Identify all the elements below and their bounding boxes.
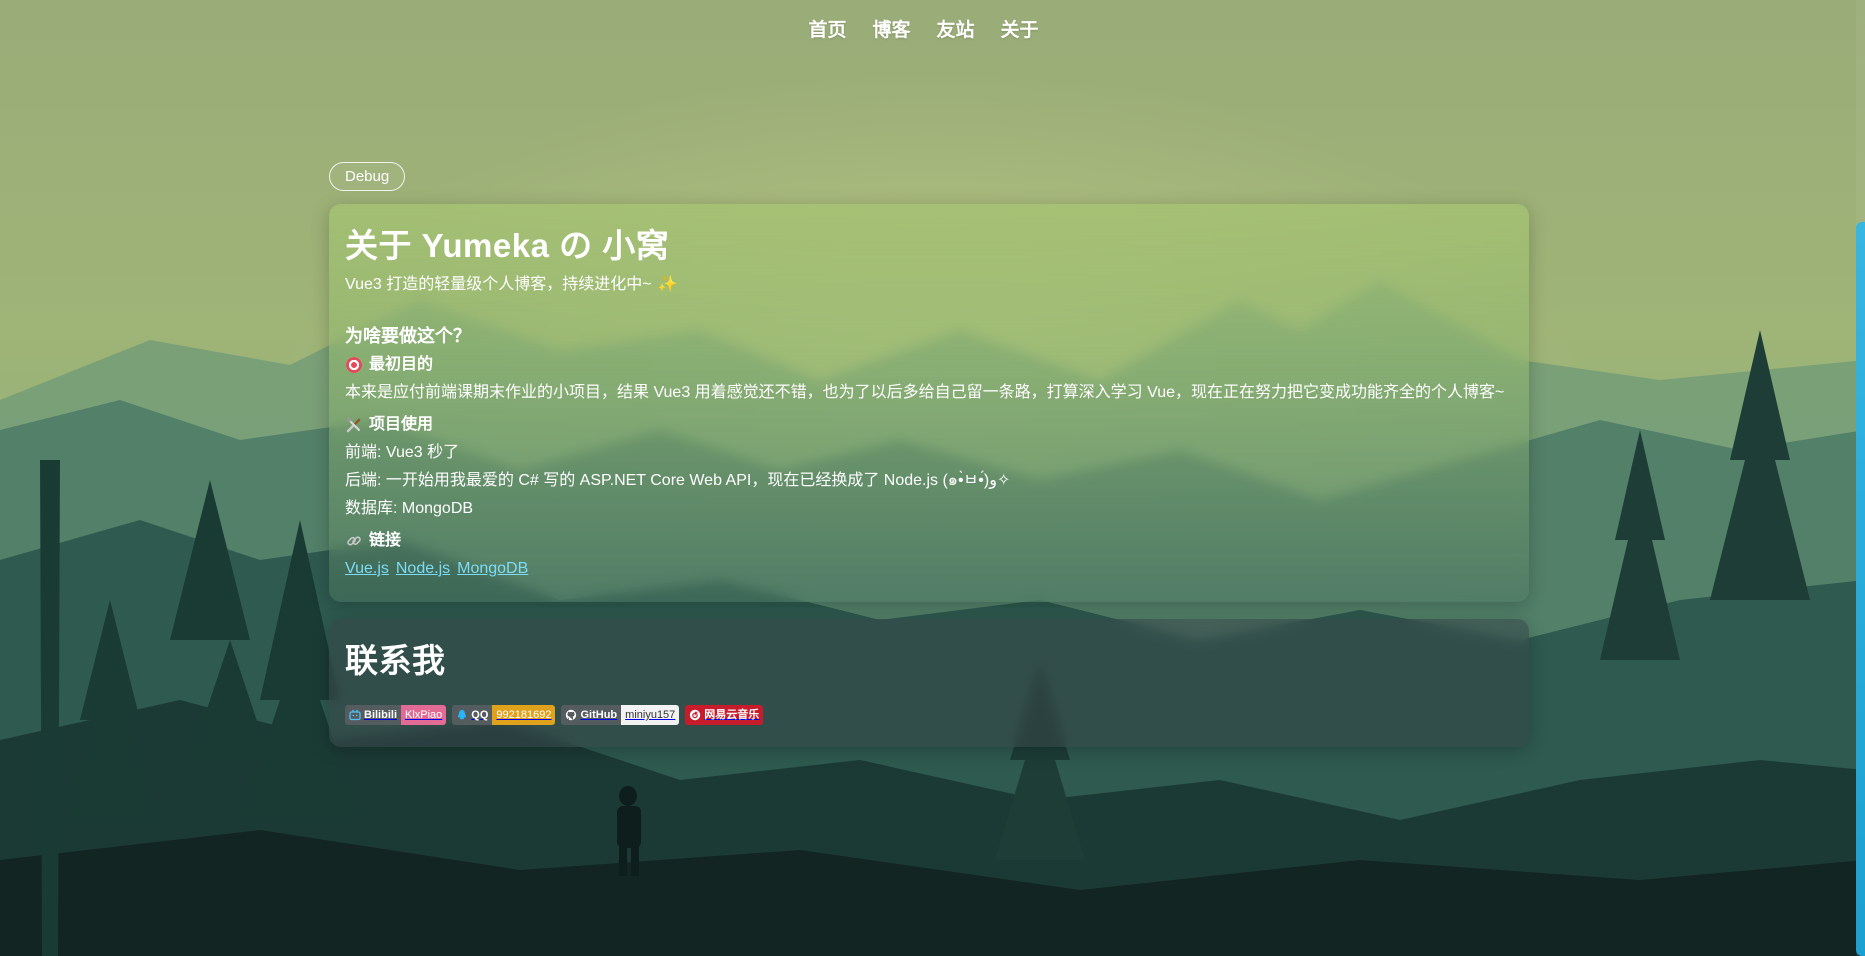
database-line: 数据库: MongoDB: [345, 500, 474, 517]
nav-friends[interactable]: 友站: [935, 13, 977, 44]
stack-heading-text: 项目使用: [369, 416, 434, 433]
link-nodejs[interactable]: Node.js: [396, 558, 450, 580]
frontend-line: 前端: Vue3 秒了: [345, 444, 460, 461]
github-icon: [566, 709, 577, 721]
contact-badges: Bilibili KlxPiao QQ 992181692 GitHub min…: [345, 705, 1513, 725]
links-heading: 链接: [345, 530, 1513, 552]
github-value: miniyu157: [621, 705, 680, 725]
qq-icon: [458, 710, 467, 720]
debug-button[interactable]: Debug: [329, 162, 406, 191]
contact-card: 联系我 Bilibili KlxPiao QQ 992181692 GitHub…: [329, 619, 1529, 747]
why-section-title: 为啥要做这个？: [345, 326, 471, 346]
link-icon: [345, 532, 363, 550]
stack-heading: 项目使用: [345, 414, 1513, 436]
tools-icon: [345, 416, 363, 434]
qq-badge[interactable]: QQ 992181692: [452, 705, 556, 725]
page-scrollbar[interactable]: [1856, 0, 1865, 956]
about-title: 关于 Yumeka の 小窝: [345, 227, 670, 264]
netease-music-label: 网易云音乐: [704, 709, 760, 721]
nav-home[interactable]: 首页: [806, 13, 848, 44]
purpose-heading: 最初目的: [345, 354, 1513, 376]
netease-music-icon: [690, 709, 701, 721]
purpose-heading-text: 最初目的: [369, 356, 434, 373]
bilibili-label: Bilibili: [364, 709, 397, 721]
bilibili-icon: [349, 709, 361, 721]
github-label: GitHub: [580, 709, 618, 721]
main-content: Debug 关于 Yumeka の 小窝 Vue3 打造的轻量级个人博客，持续进…: [329, 162, 1529, 747]
github-badge[interactable]: GitHub miniyu157: [561, 705, 680, 725]
about-card: 关于 Yumeka の 小窝 Vue3 打造的轻量级个人博客，持续进化中~ ✨ 为…: [329, 204, 1529, 602]
sparkles-icon: ✨: [657, 276, 678, 293]
scrollbar-thumb[interactable]: [1856, 222, 1865, 956]
purpose-text: 本来是应付前端课期末作业的小项目，结果 Vue3 用着感觉还不错，也为了以后多给…: [345, 384, 1505, 401]
target-icon: [345, 356, 363, 374]
netease-music-badge[interactable]: 网易云音乐: [685, 705, 764, 725]
bilibili-value: KlxPiao: [401, 705, 447, 725]
qq-label: QQ: [471, 709, 489, 721]
contact-title: 联系我: [345, 642, 446, 679]
subtitle-text: Vue3 打造的轻量级个人博客，持续进化中~: [345, 276, 652, 293]
links-heading-text: 链接: [369, 532, 402, 549]
bilibili-badge[interactable]: Bilibili KlxPiao: [345, 705, 447, 725]
links-row: Vue.js Node.js MongoDB: [345, 558, 1513, 580]
qq-value: 992181692: [492, 705, 556, 725]
link-vuejs[interactable]: Vue.js: [345, 558, 389, 580]
nav-blog[interactable]: 博客: [870, 13, 912, 44]
backend-line: 后端: 一开始用我最爱的 C# 写的 ASP.NET Core Web API，…: [345, 472, 1011, 489]
link-mongodb[interactable]: MongoDB: [457, 558, 528, 580]
about-subtitle: Vue3 打造的轻量级个人博客，持续进化中~ ✨: [345, 274, 1513, 296]
top-nav: 首页 博客 友站 关于: [0, 0, 1865, 56]
nav-about[interactable]: 关于: [999, 13, 1041, 44]
